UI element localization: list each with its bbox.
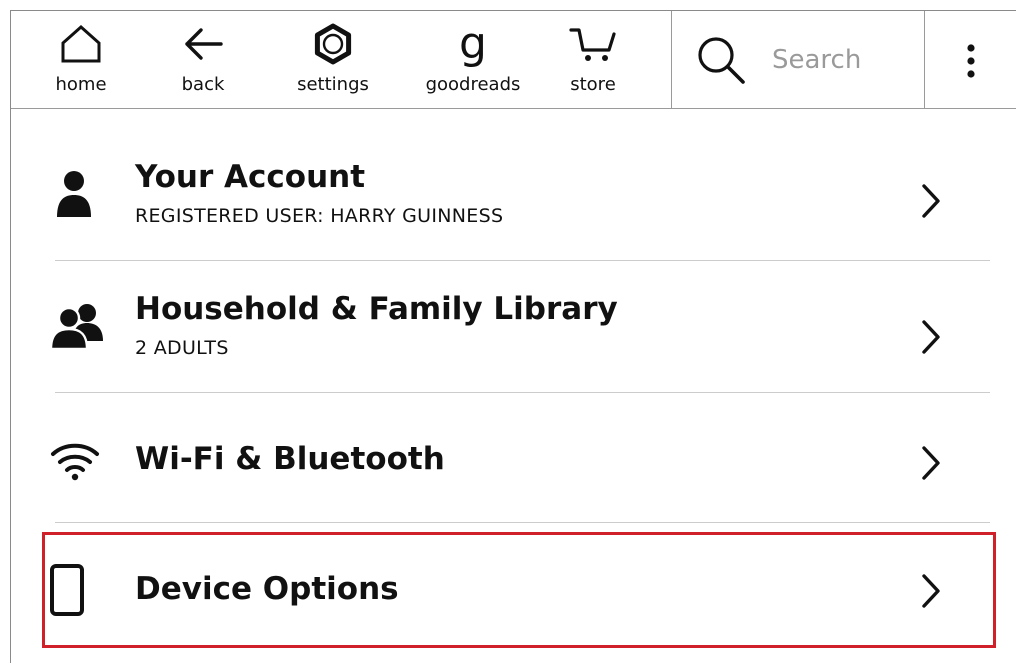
home-label: home — [55, 74, 107, 95]
row-divider — [55, 392, 990, 393]
back-arrow-icon — [181, 19, 225, 69]
chevron-right-icon — [922, 320, 940, 354]
settings-item-subtitle: 2 ADULTS — [135, 337, 229, 359]
search-input[interactable] — [772, 45, 902, 75]
store-button[interactable]: store — [563, 19, 623, 103]
goodreads-glyph: g — [459, 18, 487, 69]
settings-item-title: Household & Family Library — [135, 291, 618, 327]
row-divider — [55, 260, 990, 261]
back-button[interactable]: back — [173, 19, 233, 103]
store-label: store — [570, 74, 616, 95]
settings-item-title: Your Account — [135, 159, 366, 195]
search-bar[interactable] — [671, 11, 925, 109]
more-menu-button[interactable] — [941, 35, 1001, 87]
row-divider — [55, 522, 990, 523]
home-icon — [59, 19, 103, 69]
gear-icon — [312, 19, 354, 69]
settings-item-household-family-library[interactable]: Household & Family Library 2 ADULTS — [49, 273, 999, 383]
chevron-right-icon — [922, 184, 940, 218]
search-icon[interactable] — [694, 33, 748, 87]
settings-item-title: Wi-Fi & Bluetooth — [135, 441, 445, 477]
chevron-right-icon — [922, 446, 940, 480]
settings-button[interactable]: settings — [293, 19, 373, 103]
settings-item-wifi-bluetooth[interactable]: Wi-Fi & Bluetooth — [49, 405, 999, 515]
kindle-settings-screen: home back settings g goodreads store Sea… — [10, 10, 1016, 663]
wifi-icon — [51, 443, 99, 481]
settings-item-subtitle: REGISTERED USER: HARRY GUINNESS — [135, 205, 504, 227]
goodreads-button[interactable]: g goodreads — [423, 19, 523, 103]
highlight-box — [42, 532, 996, 648]
home-button[interactable]: home — [51, 19, 111, 103]
more-vertical-icon — [967, 44, 975, 78]
settings-label: settings — [297, 74, 369, 95]
person-icon — [57, 171, 91, 217]
people-icon — [49, 304, 103, 351]
top-toolbar: home back settings g goodreads store Sea… — [11, 11, 1016, 109]
goodreads-label: goodreads — [425, 74, 521, 95]
back-label: back — [181, 74, 225, 95]
goodreads-g-icon: g — [459, 19, 487, 69]
settings-item-your-account[interactable]: Your Account REGISTERED USER: HARRY GUIN… — [49, 141, 999, 251]
cart-icon — [569, 19, 617, 69]
